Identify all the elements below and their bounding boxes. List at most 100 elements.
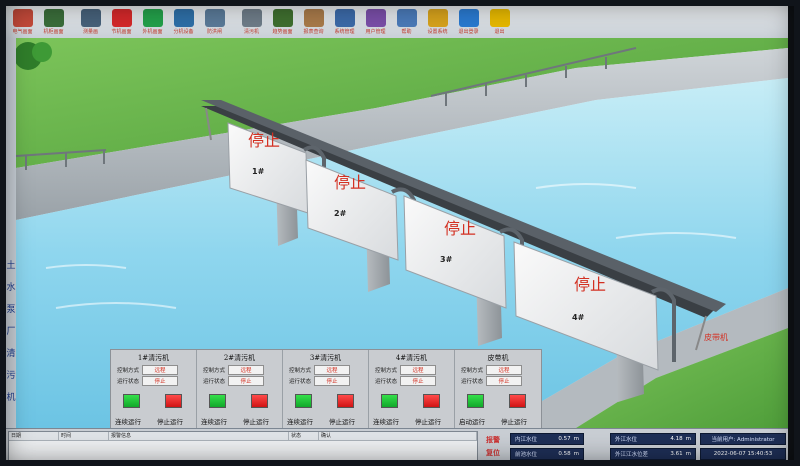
control-unit-4: 4#清污机 控制方式 远程 运行状态 停止 连续运行 停止运行 xyxy=(369,350,455,429)
date-time-text: 2022-06-07 15:40:53 xyxy=(713,451,773,457)
toolbar-button-label: 电气画面 xyxy=(12,29,33,35)
left-title-char: 泵 xyxy=(6,305,16,315)
control-mode-value: 远程 xyxy=(228,365,265,375)
control-unit-1: 1#清污机 控制方式 远程 运行状态 停止 连续运行 停止运行 xyxy=(111,350,197,429)
left-title-char: 土 xyxy=(6,261,16,271)
start-button-label: 连续运行 xyxy=(201,418,227,426)
readout-label: 外江江水位差 xyxy=(615,452,649,458)
toolbar-button-cabinet[interactable]: 机柜画面 xyxy=(39,6,68,37)
run-state-value: 停止 xyxy=(486,376,523,386)
toolbar-button-floodgate[interactable]: 防洪闸 xyxy=(200,6,229,37)
control-mode-value: 远程 xyxy=(314,365,351,375)
trend-chart-icon xyxy=(272,9,293,27)
toolbar-button-trash-rack[interactable]: 清污机 xyxy=(237,6,266,37)
left-title-char: 水 xyxy=(6,283,16,293)
stop-button-label: 停止运行 xyxy=(243,418,269,426)
run-state-row: 运行状态 停止 xyxy=(461,376,523,386)
toolbar-button-help[interactable]: 帮助 xyxy=(392,6,421,37)
measure-icon xyxy=(80,9,101,27)
control-mode-label: 控制方式 xyxy=(289,368,312,374)
control-mode-row: 控制方式 远程 xyxy=(203,365,265,375)
toolbar-button-equipment[interactable]: 分机设备 xyxy=(169,6,198,37)
run-state-value: 停止 xyxy=(400,376,437,386)
start-button[interactable] xyxy=(295,394,312,408)
start-button[interactable] xyxy=(123,394,140,408)
readout-unit: m xyxy=(573,451,579,457)
alarm-table: 日期 时间 报警信息 状态 确认 xyxy=(8,431,478,462)
control-mode-label: 控制方式 xyxy=(117,368,140,374)
readout-unit: m xyxy=(685,436,691,442)
alarm-column-header[interactable]: 时间 xyxy=(59,432,109,440)
stop-button[interactable] xyxy=(251,394,268,408)
toolbar-button-trend-chart[interactable]: 趋势画面 xyxy=(268,6,297,37)
alarm-column-header[interactable]: 确认 xyxy=(319,432,477,440)
control-mode-row: 控制方式 远程 xyxy=(117,365,179,375)
toolbar-button-label: 分机设备 xyxy=(173,29,194,35)
toolbar-button-settings-gear[interactable]: 设置系统 xyxy=(423,6,452,37)
toolbar-button-label: 报表查询 xyxy=(303,29,324,35)
stop-button[interactable] xyxy=(423,394,440,408)
readout-unit: m xyxy=(573,436,579,442)
stop-button[interactable] xyxy=(165,394,182,408)
trash-rack-icon xyxy=(241,9,262,27)
readout-value: 3.61 xyxy=(670,451,683,457)
toolbar-button-label: 外机画面 xyxy=(142,29,163,35)
inner-water-level: 内江水位 0.57 m xyxy=(510,433,584,445)
monitor-screen: 电气画面 机柜画面 测量画 节机画面 外机画面 分机设备 防洪闸清污机 趋势画面 报表查询 系统管… xyxy=(0,0,800,466)
stop-button[interactable] xyxy=(509,394,526,408)
start-button[interactable] xyxy=(467,394,484,408)
toolbar-button-report[interactable]: 报表查询 xyxy=(299,6,328,37)
alarm-column-header[interactable]: 报警信息 xyxy=(109,432,289,440)
control-mode-row: 控制方式 远程 xyxy=(289,365,351,375)
intake-water-level: 前池水位 0.58 m xyxy=(510,448,584,460)
run-state-value: 停止 xyxy=(228,376,265,386)
users-icon xyxy=(334,9,355,27)
toolbar-button-measure[interactable]: 测量画 xyxy=(76,6,105,37)
equipment-icon xyxy=(173,9,194,27)
unit-title: 皮带机 xyxy=(487,354,509,362)
control-mode-value: 远程 xyxy=(142,365,179,375)
left-title-char: 机 xyxy=(6,393,16,403)
readout-label: 前池水位 xyxy=(515,452,538,458)
alarm-table-header: 日期 时间 报警信息 状态 确认 xyxy=(9,432,477,441)
toolbar-button-users[interactable]: 系统管理 xyxy=(330,6,359,37)
start-button-label: 连续运行 xyxy=(115,418,141,426)
unit-title: 2#清污机 xyxy=(223,354,256,362)
start-button[interactable] xyxy=(381,394,398,408)
gate-number: 3# xyxy=(440,255,453,264)
help-icon xyxy=(396,9,417,27)
run-state-value: 停止 xyxy=(142,376,179,386)
reset-button[interactable]: 复位 xyxy=(480,446,506,459)
left-title-char: 厂 xyxy=(6,327,16,337)
run-state-row: 运行状态 停止 xyxy=(117,376,179,386)
water-level-difference: 外江江水位差 3.61 m xyxy=(610,448,696,460)
alarm-buttons: 报警 复位 xyxy=(480,433,506,461)
control-unit-5: 皮带机 控制方式 远程 运行状态 停止 启动运行 停止运行 xyxy=(455,350,541,429)
alarm-button[interactable]: 报警 xyxy=(480,433,506,446)
toolbar-button-cycle-red[interactable]: 节机画面 xyxy=(107,6,136,37)
run-state-label: 运行状态 xyxy=(375,379,398,385)
stop-button-label: 停止运行 xyxy=(329,418,355,426)
gate-number: 1# xyxy=(252,167,265,176)
stop-button-label: 停止运行 xyxy=(157,418,183,426)
toolbar-button-label: 清污机 xyxy=(243,29,259,35)
alarm-column-header[interactable]: 日期 xyxy=(9,432,59,440)
alarm-column-header[interactable]: 状态 xyxy=(289,432,319,440)
settings-gear-icon xyxy=(427,9,448,27)
toolbar-button-logout[interactable]: 退出登录 xyxy=(454,6,483,37)
run-state-row: 运行状态 停止 xyxy=(375,376,437,386)
start-button[interactable] xyxy=(209,394,226,408)
control-mode-value: 远程 xyxy=(486,365,523,375)
scada-app: 电气画面 机柜画面 测量画 节机画面 外机画面 分机设备 防洪闸清污机 趋势画面 报表查询 系统管… xyxy=(6,6,788,462)
left-title-char: 清 xyxy=(6,349,16,359)
toolbar-button-user-admin[interactable]: 用户管理 xyxy=(361,6,390,37)
control-mode-row: 控制方式 远程 xyxy=(461,365,523,375)
control-mode-label: 控制方式 xyxy=(375,368,398,374)
stop-button[interactable] xyxy=(337,394,354,408)
toolbar-button-cycle-green[interactable]: 外机画面 xyxy=(138,6,167,37)
conveyor-label: 皮带机 xyxy=(704,332,728,342)
toolbar-button-electrical[interactable]: 电气画面 xyxy=(8,6,37,37)
toolbar-button-exit-runner[interactable]: 退出 xyxy=(485,6,514,37)
readout-value: 4.18 xyxy=(670,436,683,442)
run-state-row: 运行状态 停止 xyxy=(203,376,265,386)
